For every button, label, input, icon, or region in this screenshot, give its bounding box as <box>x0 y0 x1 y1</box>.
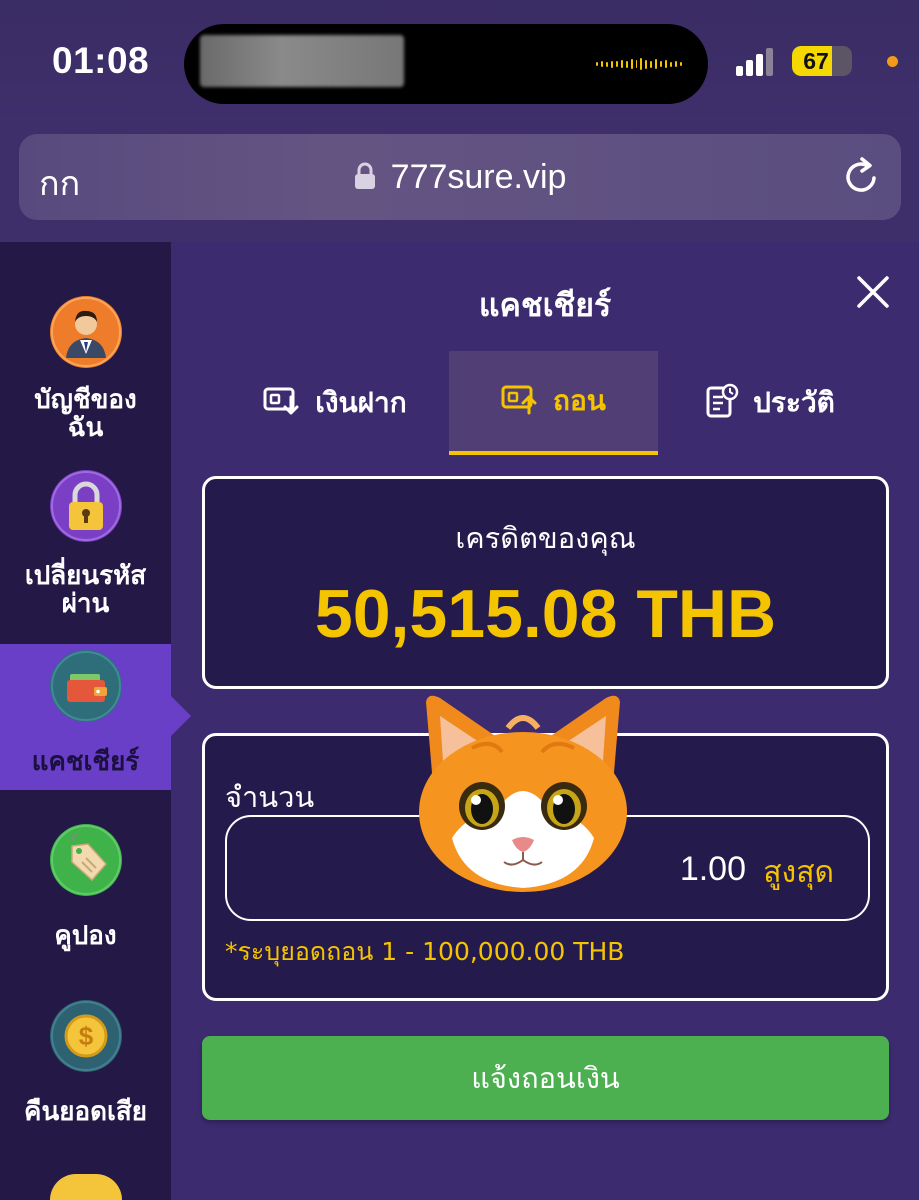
withdraw-range-hint: *ระบุยอดถอน 1 - 100,000.00 THB <box>225 937 625 966</box>
lock-icon <box>354 162 376 194</box>
status-time: 01:08 <box>52 40 150 81</box>
credit-card: เครดิตของคุณ 50,515.08 THB <box>202 476 889 689</box>
sidebar-item-label: คูปอง <box>54 921 117 951</box>
sidebar-item-label: แคชเชียร์ <box>31 747 140 777</box>
sidebar-label-line1: บัญชีของ <box>34 385 137 415</box>
dollar-coin-icon: $ <box>50 1000 122 1072</box>
credit-balance: 50,515.08 THB <box>314 576 777 652</box>
coupon-tag-icon <box>50 824 122 896</box>
page-title: แคชเชียร์ <box>478 286 612 324</box>
browser-toolbar: กก 777sure.vip <box>0 120 919 242</box>
cellular-signal-icon <box>736 48 773 76</box>
privacy-indicator-dot <box>887 56 898 67</box>
sidebar-item-coupon[interactable]: คูปอง <box>0 822 171 972</box>
tab-withdraw[interactable]: ถอน <box>449 351 658 455</box>
user-avatar-icon <box>50 296 122 368</box>
partial-sidebar-icon <box>50 1174 122 1200</box>
url-text[interactable]: 777sure.vip <box>391 158 567 196</box>
sidebar-item-label: บัญชีของ ฉัน <box>0 386 171 442</box>
padlock-icon <box>50 470 122 542</box>
battery-percent: 67 <box>803 48 829 74</box>
sidebar-item-change-password[interactable]: เปลี่ยนรหัส ผ่าน <box>0 460 171 630</box>
cashier-tabs: เงินฝาก ถอน ประวัติ <box>230 351 870 455</box>
svg-text:$: $ <box>79 1021 94 1051</box>
tab-label: เงินฝาก <box>315 386 407 419</box>
sidebar-item-label: เปลี่ยนรหัส ผ่าน <box>0 562 171 618</box>
history-icon <box>705 383 739 423</box>
sidebar-item-my-account[interactable]: บัญชีของ ฉัน <box>0 282 171 452</box>
sidebar-item-cashback[interactable]: $ คืนยอดเสีย <box>0 998 171 1148</box>
sidebar-label-line2: ผ่าน <box>61 589 110 619</box>
deposit-icon <box>263 385 301 421</box>
close-icon[interactable] <box>855 274 891 310</box>
audio-wave-icon <box>596 58 682 70</box>
sidebar-item-cashier[interactable]: แคชเชียร์ <box>0 644 191 790</box>
amount-label: จำนวน <box>225 780 315 814</box>
credit-label: เครดิตของคุณ <box>455 521 636 555</box>
max-amount-button[interactable]: สูงสุด <box>763 849 834 896</box>
status-bar: 01:08 67 <box>0 0 919 125</box>
tab-label: ถอน <box>553 384 606 417</box>
wallet-icon <box>50 650 122 722</box>
cat-mascot-image <box>412 688 634 896</box>
sidebar-label-line2: ฉัน <box>67 413 104 443</box>
tab-deposit[interactable]: เงินฝาก <box>230 351 440 455</box>
tab-label: ประวัติ <box>753 386 835 419</box>
reload-icon[interactable] <box>843 156 881 200</box>
dynamic-island <box>184 24 708 104</box>
sidebar-item-label: คืนยอดเสีย <box>24 1097 147 1127</box>
battery-icon: 67 <box>792 46 852 76</box>
withdraw-icon <box>501 383 539 419</box>
blurred-activity <box>200 35 404 87</box>
tab-history[interactable]: ประวัติ <box>670 351 870 455</box>
submit-withdraw-button[interactable]: แจ้งถอนเงิน <box>202 1036 889 1120</box>
sidebar: บัญชีของ ฉัน เปลี่ยนรหัส ผ่าน แคชเชียร์ … <box>0 242 191 1200</box>
address-bar[interactable]: กก 777sure.vip <box>19 134 901 220</box>
sidebar-label-line1: เปลี่ยนรหัส <box>24 561 147 591</box>
amount-value[interactable]: 1.00 <box>680 850 746 889</box>
